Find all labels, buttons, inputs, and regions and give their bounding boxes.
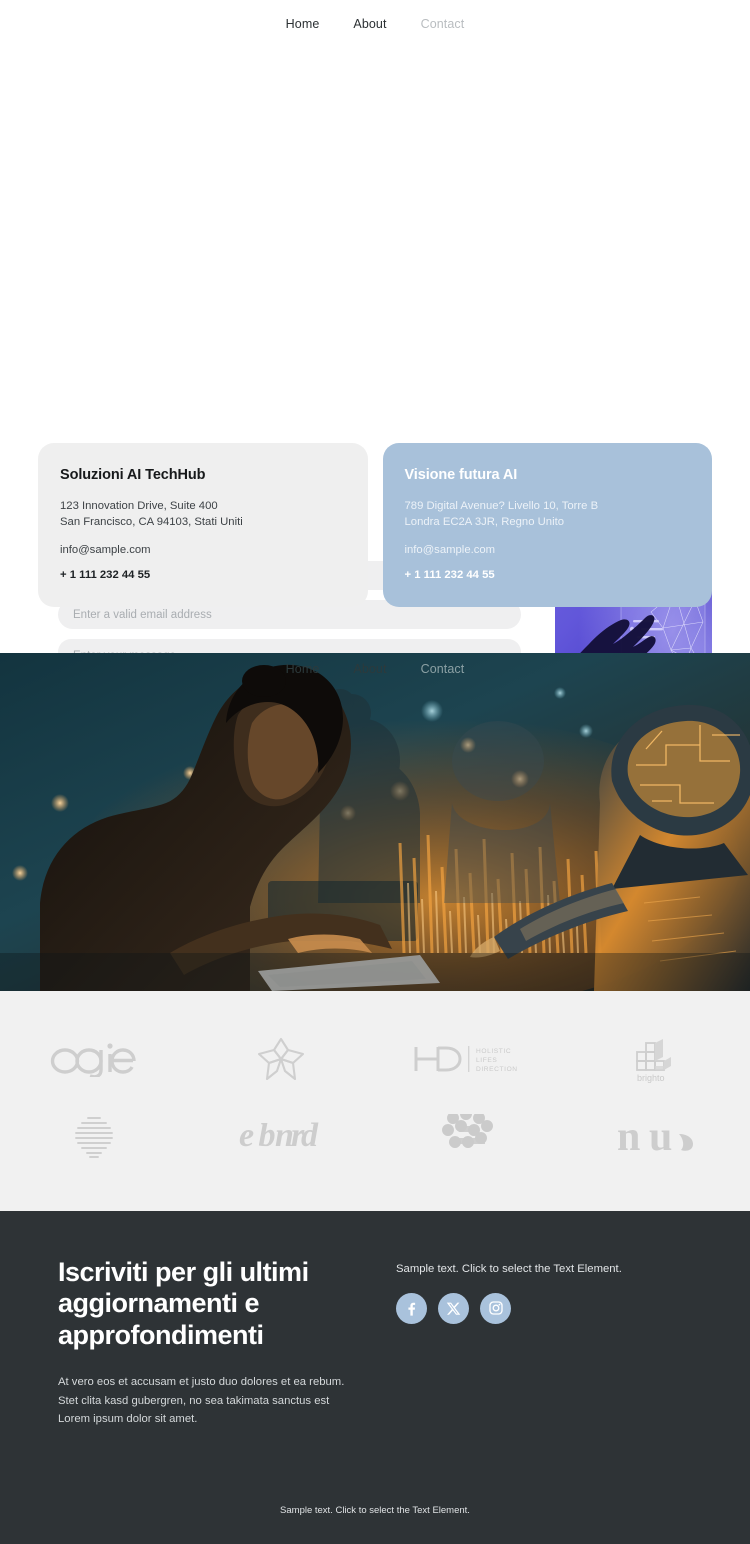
- svg-text:e: e: [239, 1117, 254, 1154]
- svg-text:n: n: [617, 1114, 640, 1160]
- logo-dots-pattern: [441, 1109, 497, 1165]
- contact-section: Il nostro contatto INVIA: [0, 47, 750, 790]
- logo-elrnd-script: e q n r d: [235, 1109, 327, 1165]
- hero-nav-item-home[interactable]: Home: [286, 662, 320, 676]
- contact-inner: Il nostro contatto INVIA: [0, 443, 750, 790]
- instagram-icon[interactable]: [480, 1292, 511, 1324]
- svg-text:HOLISTIC: HOLISTIC: [476, 1048, 511, 1055]
- contact-card-techhub: Soluzioni AI TechHub 123 Innovation Driv…: [38, 443, 368, 607]
- footer: Iscriviti per gli ultimi aggiornamenti e…: [0, 1210, 750, 1544]
- footer-body-line1: At vero eos et accusam et justo duo dolo…: [58, 1376, 345, 1389]
- logo-nu: n u: [613, 1109, 699, 1165]
- footer-columns: Iscriviti per gli ultimi aggiornamenti e…: [0, 1257, 750, 1429]
- nav-item-contact[interactable]: Contact: [421, 17, 465, 31]
- svg-text:d: d: [301, 1117, 319, 1154]
- footer-sample-text: Sample text. Click to select the Text El…: [396, 1262, 622, 1275]
- hero-navigation: Home About Contact: [0, 653, 750, 685]
- top-navigation: Home About Contact: [0, 0, 750, 47]
- contact-card-visione: Visione futura AI 789 Digital Avenue? Li…: [382, 443, 712, 607]
- footer-left-column: Iscriviti per gli ultimi aggiornamenti e…: [58, 1257, 358, 1429]
- card-title: Soluzioni AI TechHub: [60, 467, 206, 483]
- logo-flower-star: [255, 1031, 307, 1087]
- contact-cards: Soluzioni AI TechHub 123 Innovation Driv…: [0, 443, 750, 653]
- nav-item-home[interactable]: Home: [286, 17, 320, 31]
- logo-ogie: [48, 1031, 140, 1087]
- svg-text:LIFES: LIFES: [476, 1057, 497, 1064]
- logos-section: HOLISTIC LIFES DIRECTION brighto e q n r…: [0, 990, 750, 1211]
- card-phone: + 1 111 232 44 55: [60, 568, 151, 581]
- footer-body-line2: Stet clita kasd gubergren, no sea takima…: [58, 1394, 330, 1407]
- svg-text:brighto: brighto: [637, 1073, 665, 1083]
- nav-item-about[interactable]: About: [353, 17, 386, 31]
- svg-text:q: q: [258, 1122, 275, 1159]
- svg-text:DIRECTION: DIRECTION: [476, 1066, 518, 1073]
- footer-title: Iscriviti per gli ultimi aggiornamenti e…: [58, 1256, 309, 1350]
- card-address-line2: San Francisco, CA 94103, Stati Uniti: [60, 516, 243, 529]
- svg-text:u: u: [649, 1114, 672, 1160]
- page-root: Home About Contact Il nostro contatto IN…: [0, 0, 750, 1544]
- card-phone: + 1 111 232 44 55: [404, 568, 495, 581]
- footer-body-line3: Lorem ipsum dolor sit amet.: [58, 1413, 198, 1426]
- logo-hd-holistic: HOLISTIC LIFES DIRECTION: [410, 1031, 528, 1087]
- card-address-line2: Londra EC2A 3JR, Regno Unito: [404, 516, 565, 529]
- card-title: Visione futura AI: [404, 467, 518, 483]
- social-links: [396, 1292, 692, 1324]
- hero-nav-item-contact[interactable]: Contact: [421, 662, 465, 676]
- footer-right-column: Sample text. Click to select the Text El…: [396, 1257, 692, 1429]
- logo-striped-sphere: [69, 1109, 119, 1165]
- hero-image-section: Home About Contact: [0, 652, 750, 991]
- hero-nav-item-about[interactable]: About: [353, 662, 386, 676]
- footer-body: At vero eos et accusam et justo duo dolo…: [58, 1373, 358, 1428]
- card-address-line1: 789 Digital Avenue? Livello 10, Torre B: [404, 500, 599, 512]
- logo-brighto: brighto: [623, 1031, 689, 1087]
- card-email[interactable]: info@sample.com: [405, 544, 691, 556]
- facebook-icon[interactable]: [396, 1292, 427, 1324]
- card-address-line1: 123 Innovation Drive, Suite 400: [60, 500, 218, 512]
- logo-grid: HOLISTIC LIFES DIRECTION brighto e q n r…: [0, 1031, 750, 1165]
- footer-bottom-text: Sample text. Click to select the Text El…: [280, 1504, 470, 1516]
- card-email[interactable]: info@sample.com: [60, 544, 346, 556]
- x-twitter-icon[interactable]: [438, 1292, 469, 1324]
